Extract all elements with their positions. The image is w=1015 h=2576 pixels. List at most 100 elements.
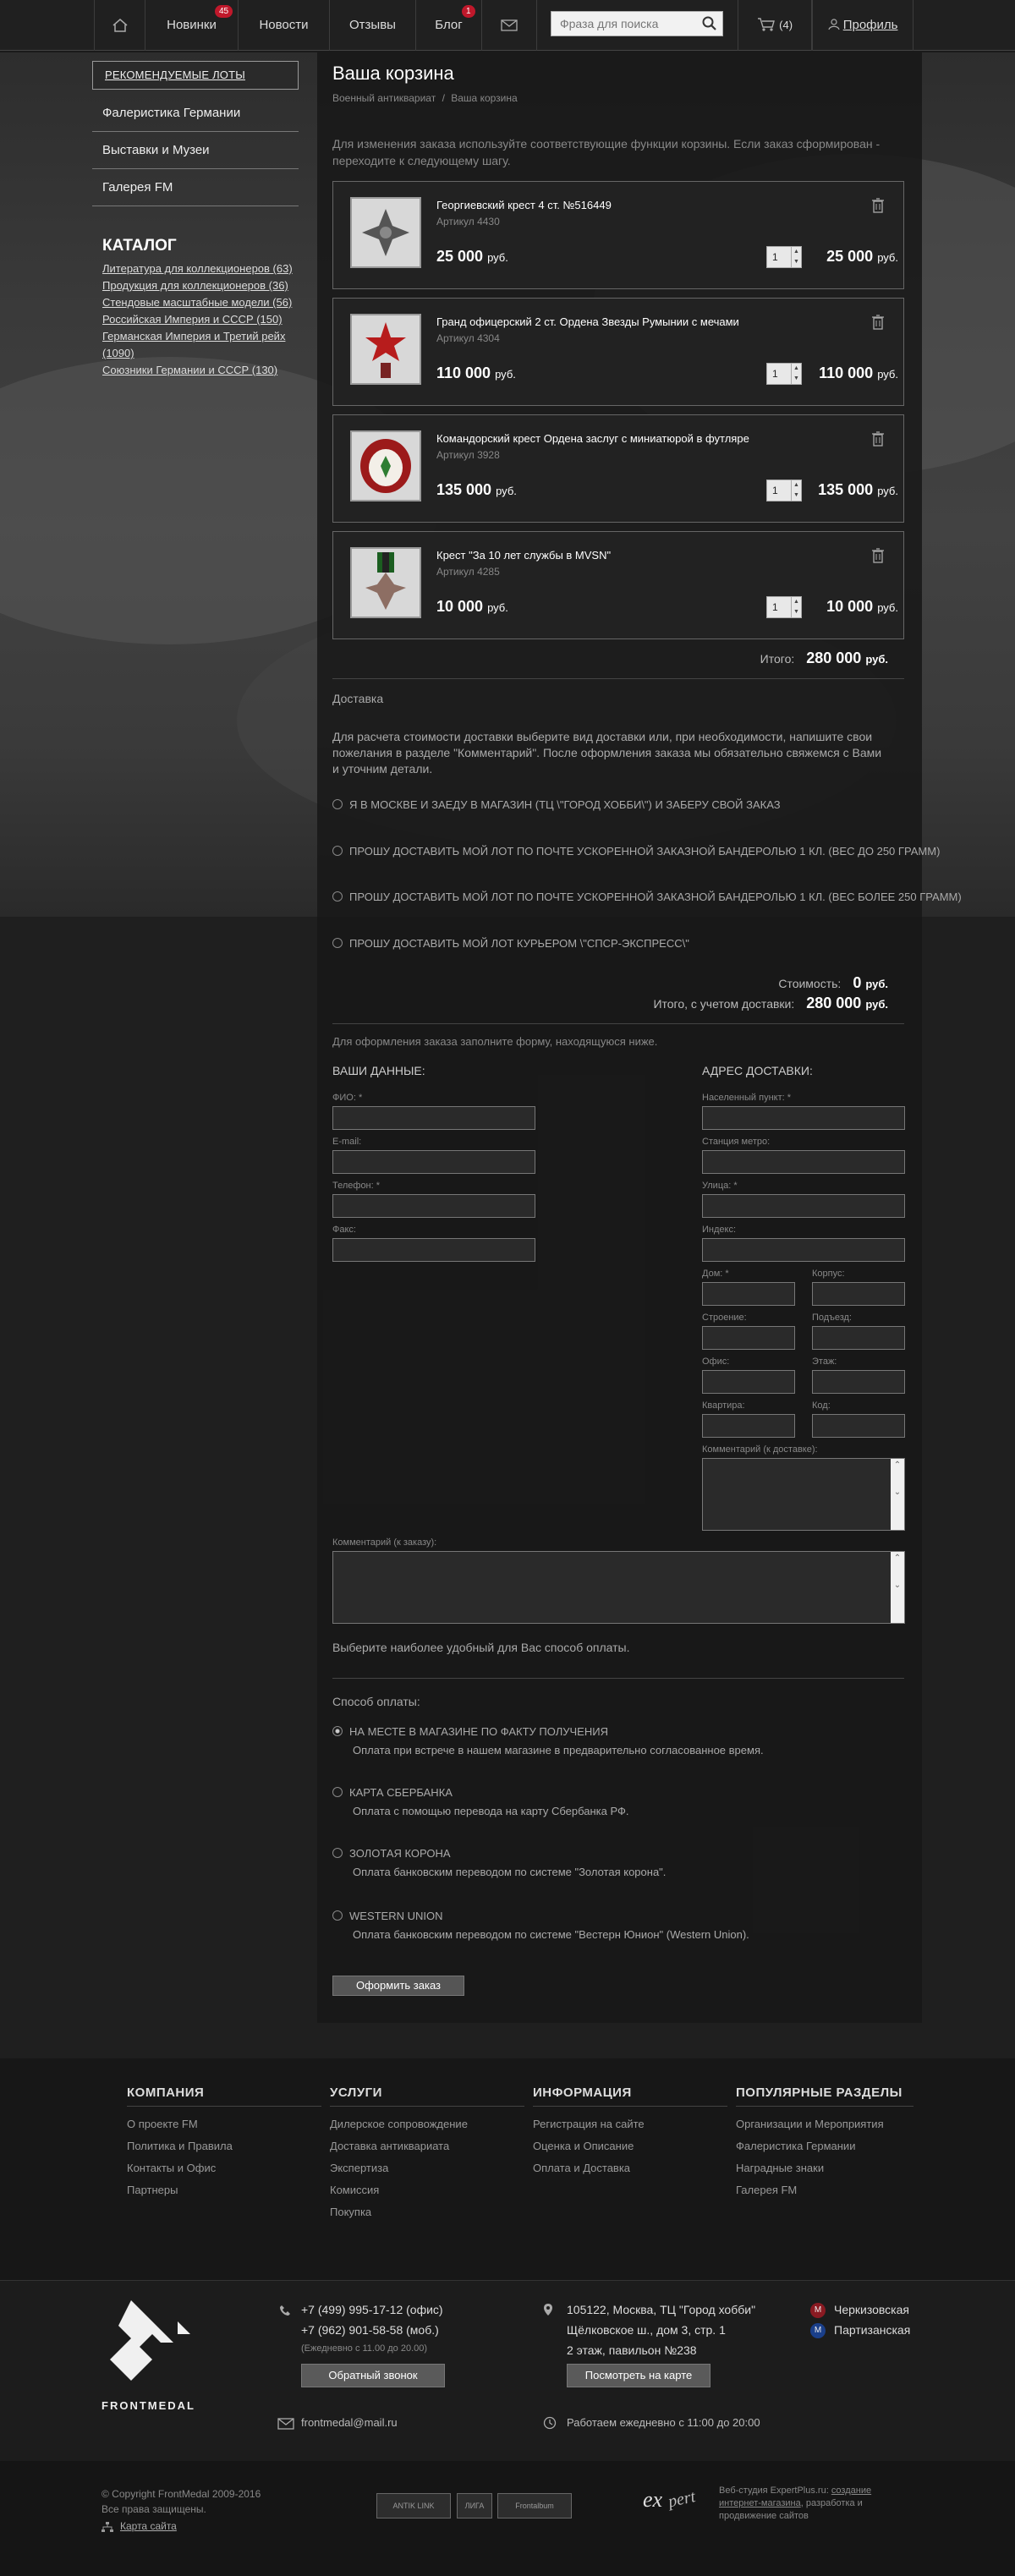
footer-link[interactable]: Наградные знаки [736, 2162, 824, 2174]
quantity-stepper[interactable]: 1 ▲ ▼ [766, 596, 802, 618]
footer-link[interactable]: Комиссия [330, 2184, 379, 2196]
fio-field[interactable] [332, 1106, 535, 1130]
frontmedal-logo-icon[interactable] [102, 2296, 195, 2389]
catalog-item[interactable]: Продукция для коллекционеров (36) [92, 277, 299, 294]
delivery-option[interactable]: ПРОШУ ДОСТАВИТЬ МОЙ ЛОТ КУРЬЕРОМ \"СПСР-… [332, 937, 689, 950]
footer-email[interactable]: frontmedal@mail.ru [301, 2416, 398, 2429]
office-field[interactable] [702, 1370, 795, 1394]
fax-field[interactable] [332, 1238, 535, 1262]
quantity-stepper[interactable]: 1 ▲ ▼ [766, 363, 802, 385]
radio-button[interactable] [332, 891, 343, 902]
apartment-field[interactable] [702, 1414, 795, 1438]
footer-link[interactable]: Контакты и Офис [127, 2162, 216, 2174]
item-name[interactable]: Гранд офицерский 2 ст. Ордена Звезды Рум… [436, 315, 739, 328]
zip-field[interactable] [702, 1238, 905, 1262]
delivery-comment-textarea[interactable] [702, 1458, 905, 1531]
entrance-field[interactable] [812, 1326, 905, 1350]
order-comment-textarea[interactable] [332, 1551, 905, 1624]
home-button[interactable] [94, 0, 145, 51]
callback-button[interactable]: Обратный звонок [301, 2364, 445, 2387]
footer-link[interactable]: Регистрация на сайте [533, 2118, 645, 2130]
footer-link[interactable]: О проекте FM [127, 2118, 198, 2130]
trash-icon[interactable] [871, 547, 885, 564]
trash-icon[interactable] [871, 197, 885, 214]
partner-logo[interactable]: ЛИГА [457, 2493, 492, 2518]
payment-option[interactable]: КАРТА СБЕРБАНКА [332, 1786, 453, 1799]
quantity-stepper[interactable]: 1 ▲ ▼ [766, 480, 802, 501]
partner-logo[interactable]: Frontalbum [497, 2493, 572, 2518]
payment-option[interactable]: НА МЕСТЕ В МАГАЗИНЕ ПО ФАКТУ ПОЛУЧЕНИЯ [332, 1725, 608, 1738]
footer-link[interactable]: Политика и Правила [127, 2140, 233, 2152]
radio-button[interactable] [332, 938, 343, 948]
nav-blog[interactable]: Блог 1 [415, 0, 481, 51]
search-icon[interactable] [702, 16, 717, 31]
item-image[interactable] [350, 314, 421, 385]
item-image[interactable] [350, 197, 421, 268]
item-name[interactable]: Георгиевский крест 4 ст. №516449 [436, 199, 612, 211]
trash-icon[interactable] [871, 314, 885, 331]
footer-link[interactable]: Оплата и Доставка [533, 2162, 630, 2174]
radio-button-checked[interactable] [332, 1726, 343, 1736]
code-field[interactable] [812, 1414, 905, 1438]
radio-button[interactable] [332, 1848, 343, 1858]
footer-link[interactable]: Доставка антиквариата [330, 2140, 449, 2152]
footer-link[interactable]: Оценка и Описание [533, 2140, 634, 2152]
street-field[interactable] [702, 1194, 905, 1218]
catalog-item[interactable]: Стендовые масштабные модели (56) [92, 294, 299, 311]
radio-button[interactable] [332, 799, 343, 809]
house-field[interactable] [702, 1282, 795, 1306]
radio-button[interactable] [332, 846, 343, 856]
sidebar-link-faleristika[interactable]: Фалеристика Германии [92, 95, 299, 132]
catalog-item[interactable]: (1090) [92, 345, 299, 362]
city-field[interactable] [702, 1106, 905, 1130]
sidebar-link-gallery[interactable]: Галерея FM [92, 169, 299, 206]
email-field[interactable] [332, 1150, 535, 1174]
item-image[interactable] [350, 430, 421, 501]
catalog-item[interactable]: Германская Империя и Третий рейх [92, 328, 299, 345]
item-name[interactable]: Командорский крест Ордена заслуг с миниа… [436, 432, 749, 445]
nav-news[interactable]: Новости [238, 0, 329, 51]
delivery-option[interactable]: ПРОШУ ДОСТАВИТЬ МОЙ ЛОТ ПО ПОЧТЕ УСКОРЕН… [332, 891, 962, 903]
item-image[interactable] [350, 547, 421, 618]
delivery-option[interactable]: ПРОШУ ДОСТАВИТЬ МОЙ ЛОТ ПО ПОЧТЕ УСКОРЕН… [332, 845, 940, 858]
phone-office[interactable]: +7 (499) 995-17-12 (офис) [301, 2303, 443, 2316]
item-name[interactable]: Крест "За 10 лет службы в MVSN" [436, 549, 611, 562]
payment-option[interactable]: WESTERN UNION [332, 1910, 443, 1922]
phone-field[interactable] [332, 1194, 535, 1218]
cart-button[interactable]: (4) [738, 0, 812, 51]
radio-button[interactable] [332, 1787, 343, 1797]
catalog-item[interactable]: Союзники Германии и СССР (130) [92, 362, 299, 379]
footer-link[interactable]: Галерея FM [736, 2184, 797, 2196]
view-map-button[interactable]: Посмотреть на карте [567, 2364, 710, 2387]
nav-reviews[interactable]: Отзывы [329, 0, 415, 51]
search-input[interactable] [551, 11, 723, 36]
quantity-stepper[interactable]: 1 ▲ ▼ [766, 246, 802, 268]
recommended-lots-link[interactable]: РЕКОМЕНДУЕМЫЕ ЛОТЫ [92, 61, 299, 90]
submit-order-button[interactable]: Оформить заказ [332, 1976, 464, 1996]
mail-button[interactable] [481, 0, 537, 51]
building-field[interactable] [812, 1282, 905, 1306]
footer-link[interactable]: Экспертиза [330, 2162, 388, 2174]
footer-link[interactable]: Дилерское сопровождение [330, 2118, 468, 2130]
radio-button[interactable] [332, 1910, 343, 1921]
catalog-item[interactable]: Литература для коллекционеров (63) [92, 260, 299, 277]
profile-link[interactable]: Профиль [812, 0, 914, 51]
phone-mobile[interactable]: +7 (962) 901-58-58 (моб.) [301, 2323, 439, 2337]
catalog-item[interactable]: Российская Империя и СССР (150) [92, 311, 299, 328]
sitemap-link[interactable]: Карта сайта [120, 2520, 177, 2532]
footer-link[interactable]: Организации и Мероприятия [736, 2118, 884, 2130]
footer-link[interactable]: Партнеры [127, 2184, 178, 2196]
structure-field[interactable] [702, 1326, 795, 1350]
nav-novinki[interactable]: Новинки 45 [145, 0, 238, 51]
footer-link[interactable]: Фалеристика Германии [736, 2140, 855, 2152]
sidebar-link-exhibitions[interactable]: Выставки и Музеи [92, 132, 299, 169]
payment-option[interactable]: ЗОЛОТАЯ КОРОНА [332, 1847, 451, 1860]
metro-field[interactable] [702, 1150, 905, 1174]
floor-field[interactable] [812, 1370, 905, 1394]
expert-logo-icon[interactable]: ex pert [641, 2480, 709, 2517]
partner-logo[interactable]: ANTIK LINK [376, 2493, 451, 2518]
footer-link[interactable]: Покупка [330, 2206, 371, 2218]
trash-icon[interactable] [871, 430, 885, 447]
breadcrumb-link[interactable]: Военный антиквариат [332, 92, 436, 104]
delivery-option[interactable]: Я В МОСКВЕ И ЗАЕДУ В МАГАЗИН (ТЦ \"ГОРОД… [332, 798, 781, 811]
